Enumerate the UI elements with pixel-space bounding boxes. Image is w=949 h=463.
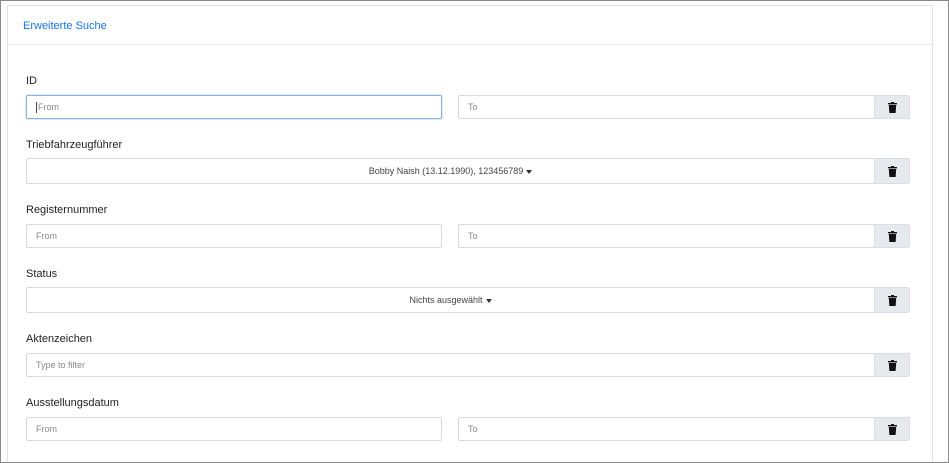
register-to-placeholder: To [468, 231, 478, 241]
register-to-input[interactable]: To [458, 224, 875, 248]
panel-header: Erweiterte Suche [8, 6, 932, 45]
status-select[interactable]: Nichts ausgewählt [26, 287, 875, 313]
caret-down-icon [526, 169, 533, 174]
file-ref-label: Aktenzeichen [26, 333, 93, 345]
trash-icon [887, 423, 897, 435]
trash-icon [887, 230, 897, 242]
issue-date-from-input[interactable]: From [26, 417, 442, 441]
trash-icon [887, 359, 897, 371]
id-delete-button[interactable] [874, 95, 910, 119]
driver-delete-button[interactable] [874, 158, 910, 184]
text-caret [36, 101, 37, 113]
window-frame: Erweiterte Suche ID From To Triebfahrzeu… [0, 0, 949, 463]
register-delete-button[interactable] [874, 224, 910, 248]
advanced-search-panel: Erweiterte Suche ID From To Triebfahrzeu… [7, 5, 933, 462]
status-label: Status [26, 268, 58, 280]
issue-date-label: Ausstellungsdatum [26, 397, 119, 409]
register-label: Registernummer [26, 204, 108, 216]
issue-date-from-placeholder: From [36, 424, 57, 434]
trash-icon [887, 294, 897, 306]
register-from-input[interactable]: From [26, 224, 442, 248]
register-from-placeholder: From [36, 231, 57, 241]
file-ref-delete-button[interactable] [874, 353, 910, 377]
id-from-placeholder: From [38, 102, 59, 112]
file-ref-placeholder: Type to filter [36, 360, 86, 370]
id-to-input[interactable]: To [458, 95, 875, 119]
id-label: ID [26, 75, 37, 87]
issue-date-to-placeholder: To [468, 424, 478, 434]
caret-down-icon [485, 298, 492, 303]
id-from-input[interactable]: From [26, 95, 442, 119]
issue-date-to-input[interactable]: To [458, 417, 875, 441]
panel-title[interactable]: Erweiterte Suche [23, 20, 107, 32]
status-delete-button[interactable] [874, 287, 910, 313]
id-to-placeholder: To [468, 102, 478, 112]
driver-label: Triebfahrzeugführer [26, 139, 123, 151]
issue-date-delete-button[interactable] [874, 417, 910, 441]
trash-icon [887, 101, 897, 113]
trash-icon [887, 165, 897, 177]
file-ref-filter-input[interactable]: Type to filter [26, 353, 875, 377]
driver-selected-value: Bobby Naish (13.12.1990), 123456789 [368, 166, 524, 176]
status-selected-value: Nichts ausgewählt [409, 295, 483, 305]
driver-select[interactable]: Bobby Naish (13.12.1990), 123456789 [26, 158, 875, 184]
